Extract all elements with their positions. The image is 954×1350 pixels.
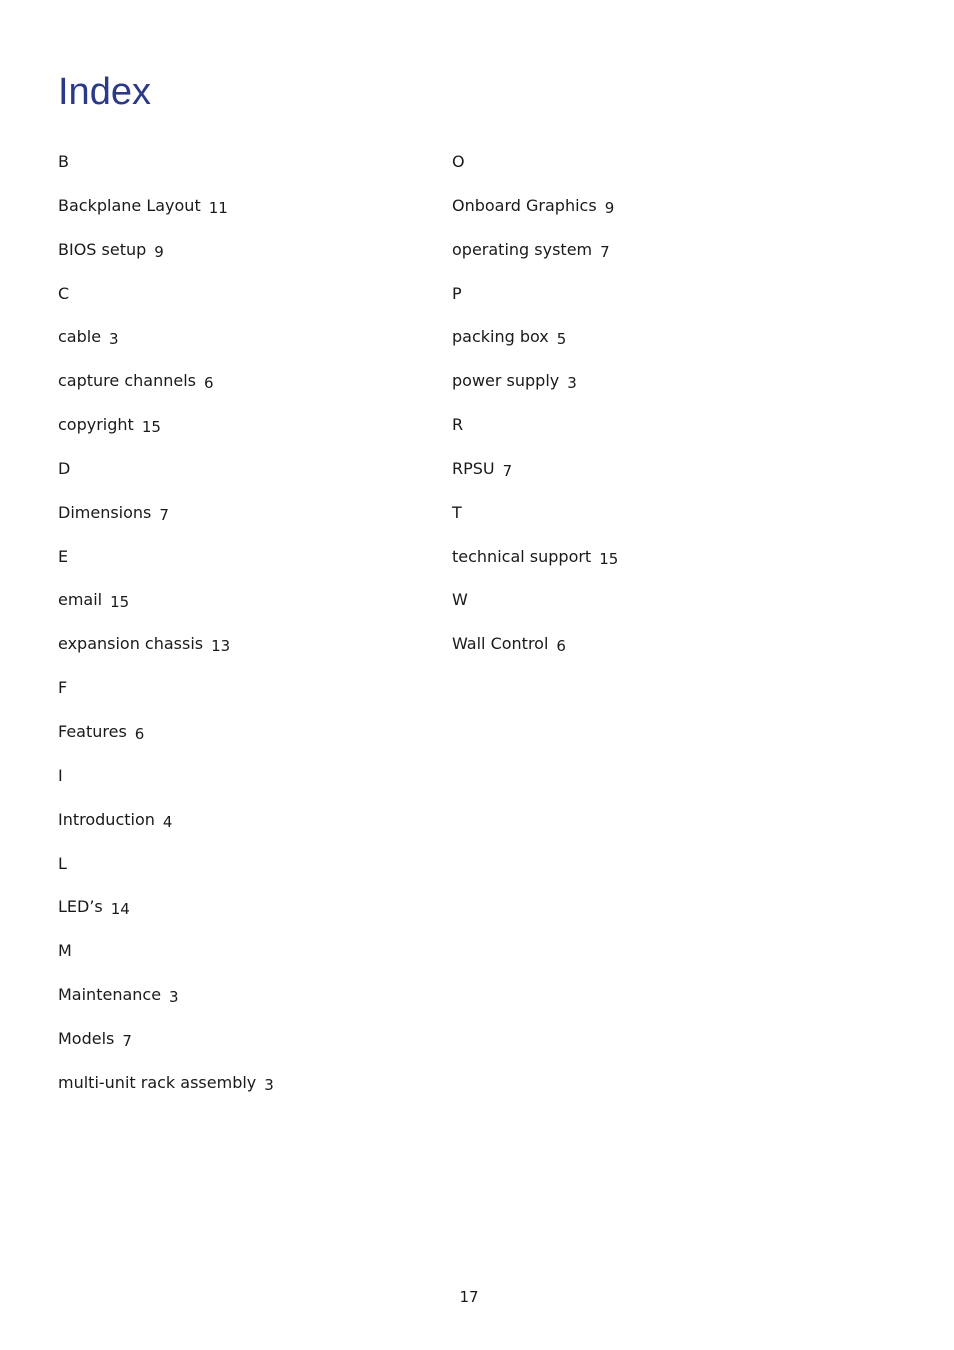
index-term: Maintenance [58,985,162,1005]
index-letter-heading: I [58,762,274,806]
index-page-ref[interactable]: 13 [211,637,230,655]
index-letter-heading: B [58,148,274,192]
index-term: T [452,502,462,522]
index-term: email [58,590,103,610]
index-page-ref[interactable]: 15 [142,418,161,436]
index-term: W [452,590,468,610]
index-letter-heading: E [58,543,274,587]
index-term: O [452,152,465,171]
index-column-left: B Backplane Layout 11 BIOS setup 9 Ccable 3 cap… [58,148,274,1113]
index-page-ref[interactable]: 7 [503,462,513,480]
index-term: multi-unit rack assembly [58,1072,257,1092]
index-page-ref[interactable]: 7 [122,1032,132,1050]
index-term: capture channels [58,371,196,391]
index-term: expansion chassis [58,634,204,654]
index-term: L [58,853,67,873]
index-term: Introduction [58,809,155,829]
index-term: Backplane Layout [58,195,201,215]
index-entry: Models 7 [58,1025,274,1069]
index-page-ref[interactable]: 6 [204,374,214,392]
index-page-ref[interactable]: 9 [154,243,164,261]
index-letter-heading: M [58,937,274,981]
index-page-ref[interactable]: 6 [556,637,566,655]
index-page-ref[interactable]: 7 [159,506,169,524]
index-term: I [58,765,63,785]
index-term: F [58,678,68,698]
index-entry: email 15 [58,586,274,630]
index-term: LED’s [58,897,103,917]
index-letter-heading: L [58,850,274,894]
index-entry: operating system 7 [452,236,618,280]
index-entry: Onboard Graphics 9 [452,192,618,236]
index-entry: Wall Control 6 [452,630,618,674]
index-entry: Backplane Layout 11 [58,192,274,236]
index-entry: copyright 15 [58,411,274,455]
index-entry: RPSU 7 [452,455,618,499]
index-entry: Features 6 [58,718,274,762]
page-number: 17 [459,1288,479,1306]
index-page-ref[interactable]: 3 [109,330,119,348]
index-column-right: O Onboard Graphics 9 operating system 7 Ppack… [452,148,618,674]
index-term: Models [58,1028,115,1048]
index-page-ref[interactable]: 6 [135,725,145,743]
index-page-ref[interactable]: 7 [600,243,610,261]
index-term: B [58,152,69,171]
index-term: D [58,458,71,478]
index-term: BIOS setup [58,239,147,259]
index-letter-heading: P [452,280,618,324]
index-term: E [58,546,69,566]
index-entry: expansion chassis 13 [58,630,274,674]
index-term: P [452,283,462,303]
index-term: RPSU [452,458,495,478]
index-entry: Introduction 4 [58,806,274,850]
index-term: Dimensions [58,502,152,522]
index-entry: LED’s 14 [58,893,274,937]
index-page-ref[interactable]: 14 [111,900,130,918]
index-entry: cable 3 [58,323,274,367]
index-page-ref[interactable]: 9 [605,199,615,217]
index-page-ref[interactable]: 3 [264,1076,274,1094]
index-page-ref[interactable]: 15 [110,593,129,611]
index-term: copyright [58,415,134,435]
index-term: Onboard Graphics [452,195,597,215]
index-page-ref[interactable]: 3 [567,374,577,392]
index-entry: BIOS setup 9 [58,236,274,280]
index-entry: packing box 5 [452,323,618,367]
index-page-ref[interactable]: 15 [599,550,618,568]
index-page-ref[interactable]: 4 [163,813,173,831]
index-entry: Dimensions 7 [58,499,274,543]
index-entry: capture channels 6 [58,367,274,411]
index-page-ref[interactable]: 11 [209,199,228,217]
index-term: cable [58,327,102,347]
index-entry: Maintenance 3 [58,981,274,1025]
index-letter-heading: R [452,411,618,455]
index-letter-heading: F [58,674,274,718]
index-term: Wall Control [452,634,549,654]
index-entry: technical support 15 [452,543,618,587]
index-page-ref[interactable]: 5 [557,330,567,348]
index-letter-heading: W [452,586,618,630]
index-term: technical support [452,546,592,566]
index-letter-heading: D [58,455,274,499]
page-title: Index [58,71,151,113]
index-term: Features [58,721,127,741]
index-term: C [58,283,70,303]
index-letter-heading: O [452,148,618,192]
index-page-ref[interactable]: 3 [169,988,179,1006]
index-term: power supply [452,371,560,391]
index-term: operating system [452,239,593,259]
index-letter-heading: T [452,499,618,543]
index-term: packing box [452,327,549,347]
index-entry: multi-unit rack assembly 3 [58,1069,274,1113]
index-letter-heading: C [58,280,274,324]
index-term: R [452,415,464,435]
index-entry: power supply 3 [452,367,618,411]
index-term: M [58,941,72,961]
